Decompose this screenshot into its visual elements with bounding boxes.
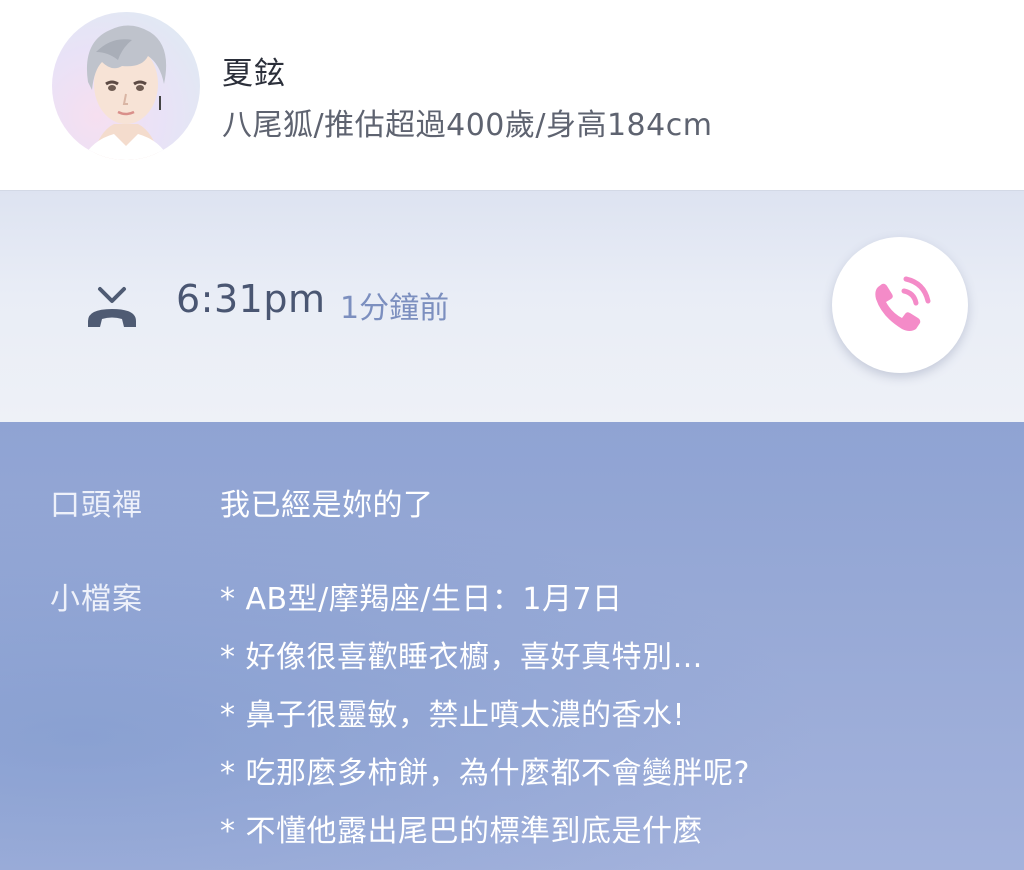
note-item: * 好像很喜歡睡衣櫥，喜好真特別… — [220, 640, 704, 675]
catchphrase-value: 我已經是妳的了 — [220, 488, 434, 523]
character-bio: 八尾狐/推估超過400歲/身高184cm — [222, 108, 713, 143]
avatar[interactable] — [52, 12, 200, 160]
notes-label: 小檔案 — [50, 582, 143, 617]
call-relative-time: 1分鐘前 — [340, 291, 450, 326]
phone-hangup-icon — [88, 287, 136, 327]
profile-header: 夏鉉 八尾狐/推估超過400歲/身高184cm — [0, 0, 1024, 190]
note-item: * 吃那麼多柿餅，為什麼都不會變胖呢? — [220, 756, 750, 791]
profile-details-panel: 口頭禪 我已經是妳的了 小檔案 * AB型/摩羯座/生日：1月7日 * 好像很喜… — [0, 422, 1024, 870]
character-name: 夏鉉 — [222, 56, 286, 92]
callback-button[interactable] — [832, 237, 968, 373]
catchphrase-label: 口頭禪 — [50, 488, 143, 523]
character-profile-screen: 夏鉉 八尾狐/推估超過400歲/身高184cm 6:31pm 1分鐘前 口頭禪 … — [0, 0, 1024, 870]
note-item: * 不懂他露出尾巴的標準到底是什麼 — [220, 814, 704, 849]
call-time: 6:31pm — [176, 277, 326, 321]
note-item: * 鼻子很靈敏，禁止噴太濃的香水! — [220, 698, 686, 733]
missed-call-bar: 6:31pm 1分鐘前 — [0, 190, 1024, 423]
note-item: * AB型/摩羯座/生日：1月7日 — [220, 582, 623, 617]
phone-ringing-icon — [875, 276, 931, 331]
avatar-portrait-icon — [82, 25, 170, 160]
